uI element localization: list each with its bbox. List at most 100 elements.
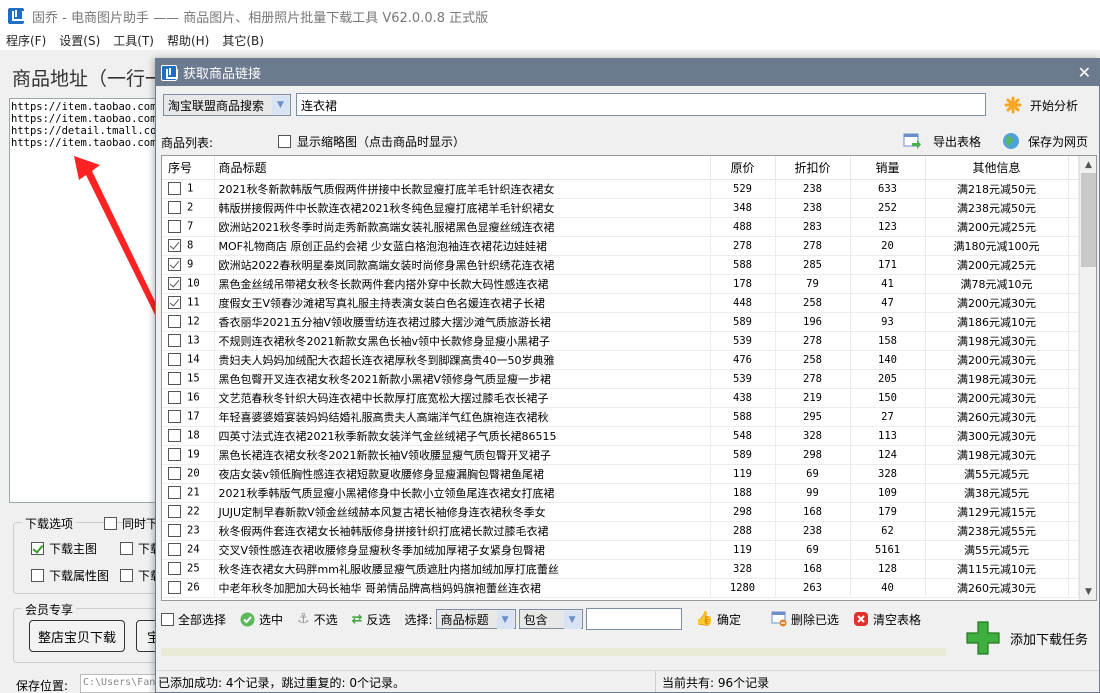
table-row[interactable]: 8 MOF礼物商店 原创正品约会裙 少女蓝白格泡泡袖连衣裙花边娃娃裙 278 278 2…: [162, 236, 1079, 256]
row-checkbox[interactable]: [168, 334, 181, 347]
column-header-info[interactable]: 其他信息: [925, 156, 1069, 180]
check-button[interactable]: 选中: [240, 611, 283, 628]
row-checkbox[interactable]: [168, 524, 181, 537]
checkbox[interactable]: [31, 569, 44, 582]
show-thumbnails-option[interactable]: 显示缩略图（点击商品时显示）: [278, 133, 465, 150]
row-checkbox[interactable]: [168, 486, 181, 499]
row-checkbox[interactable]: [168, 429, 181, 442]
table-row[interactable]: 16 文艺范春秋冬针织大码连衣裙中长款厚打底宽松大摆过膝毛衣长裙子 438 219 15…: [162, 388, 1079, 408]
search-type-value: 淘宝联盟商品搜索: [168, 98, 265, 113]
row-sales: 205: [850, 369, 926, 389]
column-header-discount[interactable]: 折扣价: [775, 156, 851, 180]
row-checkbox[interactable]: [168, 182, 181, 195]
row-checkbox[interactable]: [168, 315, 181, 328]
row-checkbox[interactable]: [168, 467, 181, 480]
table-row[interactable]: 20 夜店女装v领低胸性感连衣裙短款夏收腰修身显瘦漏胸包臀裙鱼尾裙 119 69 328…: [162, 464, 1079, 484]
row-checkbox[interactable]: [168, 391, 181, 404]
condition-select[interactable]: 包含 ▼: [518, 609, 583, 629]
save-webpage-button[interactable]: 保存为网页: [1002, 132, 1088, 150]
row-checkbox[interactable]: [168, 201, 181, 214]
table-row[interactable]: 14 贵妇夫人妈妈加绒配大衣超长连衣裙厚秋冬到脚踝高贵40一50岁典雅 476 258…: [162, 350, 1079, 370]
row-checkbox[interactable]: [168, 220, 181, 233]
row-checkbox[interactable]: [168, 258, 181, 271]
download-attr-image-option[interactable]: 下载属性图: [31, 567, 109, 584]
checkbox[interactable]: [120, 569, 133, 582]
table-row[interactable]: 18 四英寸法式连衣裙2021秋季新款女装洋气金丝绒裙子气质长裙86515 548 3…: [162, 426, 1079, 446]
row-checkbox[interactable]: [168, 353, 181, 366]
checkbox[interactable]: [278, 135, 291, 148]
checkbox[interactable]: [120, 542, 133, 555]
filter-input[interactable]: [585, 608, 682, 630]
menu-tools[interactable]: 工具(T): [113, 32, 154, 50]
export-table-button[interactable]: 导出表格: [903, 132, 981, 150]
table-row[interactable]: 13 不规则连衣裙秋冬2021新款女黑色长袖v领中长款修身显瘦小黑裙子 539 278…: [162, 331, 1079, 351]
table-row[interactable]: 2 韩版拼接假两件中长款连衣裙2021秋冬纯色显瘦打底裙羊毛针织裙女 348 238 2…: [162, 198, 1079, 218]
row-checkbox[interactable]: [168, 296, 181, 309]
table-row[interactable]: 25 秋冬连衣裙女大码胖mm礼服收腰显瘦气质遮肚内搭加绒加厚打底蕾丝 328 168 1…: [162, 559, 1079, 579]
start-analysis-button[interactable]: 开始分析: [1004, 96, 1078, 114]
table-row[interactable]: 9 欧洲站2022春秋明星秦岚同款高端女装时尚修身黑色针织绣花连衣裙 588 285 1…: [162, 255, 1079, 275]
add-download-task-button[interactable]: 添加下载任务: [966, 621, 1088, 655]
row-checkbox[interactable]: [168, 562, 181, 575]
confirm-button[interactable]: 👍 确定: [696, 611, 741, 628]
checkbox[interactable]: [161, 612, 174, 626]
scroll-down-icon[interactable]: ▼: [1080, 583, 1096, 600]
table-row[interactable]: 11 度假女王V领春沙滩裙写真礼服主持表演女装白色名媛连衣裙子长裙 448 258 47…: [162, 293, 1079, 313]
row-checkbox[interactable]: [168, 543, 181, 556]
row-index-cell: 16: [162, 388, 215, 408]
download-main-image-option[interactable]: 下载主图: [31, 540, 97, 557]
table-row[interactable]: 10 黑色金丝绒吊带裙女秋冬长款两件套内搭外穿中长款大码性感连衣裙 178 79 41 满…: [162, 274, 1079, 294]
simultaneous-option[interactable]: 同时下: [104, 515, 158, 532]
table-row[interactable]: 19 黑色长裙连衣裙女秋冬2021新款长袖V领收腰显瘦气质包臀开叉裙子 589 298…: [162, 445, 1079, 465]
column-header-index[interactable]: 序号: [162, 156, 215, 180]
row-title: 黑色金丝绒吊带裙女秋冬长款两件套内搭外穿中长款大码性感连衣裙: [214, 274, 711, 294]
column-header-title[interactable]: 商品标题: [214, 156, 711, 180]
scroll-up-icon[interactable]: ▲: [1080, 156, 1096, 173]
column-header-sales[interactable]: 销量: [850, 156, 926, 180]
url-textarea[interactable]: https://item.taobao.com/ https://item.ta…: [9, 98, 169, 503]
menu-settings[interactable]: 设置(S): [59, 32, 100, 50]
table-row[interactable]: 23 秋冬假两件套连衣裙女长袖韩版修身拼接针织打底裙长款过膝毛衣裙 288 238 62…: [162, 521, 1079, 541]
menu-help[interactable]: 帮助(H): [167, 32, 209, 50]
select-label: 选择:: [404, 612, 433, 627]
delete-selected-button[interactable]: 删除已选: [771, 611, 839, 628]
menu-other[interactable]: 其它(B): [222, 32, 264, 50]
checkbox[interactable]: [104, 517, 117, 530]
row-checkbox[interactable]: [168, 372, 181, 385]
chevron-down-icon[interactable]: ▼: [563, 611, 581, 629]
field-select[interactable]: 商品标题 ▼: [435, 609, 516, 629]
table-row[interactable]: 24 交叉V领性感连衣裙收腰修身显瘦秋冬季加绒加厚裙子女紧身包臀裙 119 69 516…: [162, 540, 1079, 560]
row-checkbox[interactable]: [168, 448, 181, 461]
row-checkbox[interactable]: [168, 277, 181, 290]
table-row[interactable]: 7 欧洲站2021秋冬季时尚走秀新款高端女装礼服裙黑色显瘦丝绒连衣裙 488 283 1…: [162, 217, 1079, 237]
clear-table-button[interactable]: 清空表格: [853, 611, 921, 628]
column-header-price[interactable]: 原价: [710, 156, 776, 180]
row-checkbox[interactable]: [168, 505, 181, 518]
row-checkbox[interactable]: [168, 581, 181, 594]
row-checkbox[interactable]: [168, 239, 181, 252]
table-row[interactable]: 22 JUJU定制早春新款V领金丝绒赫本风复古裙长袖修身连衣裙秋冬季女 298 168…: [162, 502, 1079, 522]
shop-download-button[interactable]: 整店宝贝下载: [29, 620, 125, 652]
close-icon[interactable]: ✕: [1078, 63, 1091, 82]
chevron-down-icon[interactable]: ▼: [272, 96, 289, 114]
chevron-down-icon[interactable]: ▼: [496, 611, 514, 629]
menu-program[interactable]: 程序(F): [6, 32, 46, 50]
keyword-input[interactable]: 连衣裙: [296, 93, 986, 116]
invert-button[interactable]: ⇄ 反选: [352, 611, 391, 628]
scrollbar-thumb[interactable]: [1081, 173, 1096, 267]
uncheck-button[interactable]: ⚓ 不选: [297, 611, 338, 628]
table-row[interactable]: 21 2021秋季韩版气质显瘦小黑裙修身中长款小立领鱼尾连衣裙女打底裙 188 99 1…: [162, 483, 1079, 503]
select-all-option[interactable]: 全部选择: [161, 611, 226, 628]
row-checkbox[interactable]: [168, 410, 181, 423]
table-row[interactable]: 12 香衣丽华2021五分袖V领收腰雪纺连衣裙过膝大摆沙滩气质旅游长裙 589 196…: [162, 312, 1079, 332]
search-type-select[interactable]: 淘宝联盟商品搜索 ▼: [163, 94, 291, 116]
row-index-cell: 8: [162, 236, 215, 256]
table-row[interactable]: 17 年轻喜婆婆婚宴装妈妈结婚礼服高贵夫人高端洋气红色旗袍连衣裙秋 588 295 27…: [162, 407, 1079, 427]
table-row[interactable]: 1 2021秋冬新款韩版气质假两件拼接中长款显瘦打底羊毛针织连衣裙女 529 238 6…: [162, 179, 1079, 199]
row-sales: 113: [850, 426, 926, 446]
vertical-scrollbar[interactable]: ▲ ▼: [1079, 156, 1096, 600]
table-row[interactable]: 15 黑色包臀开叉连衣裙女秋冬2021新款小黑裙V领修身气质显瘦一步裙 539 278…: [162, 369, 1079, 389]
row-info: 满38元减5元: [925, 483, 1069, 503]
checkbox[interactable]: [31, 542, 44, 555]
table-row[interactable]: 26 中老年秋冬加肥加大码长袖华 哥弟情品牌高档妈妈旗袍蕾丝连衣裙 1280 263 4…: [162, 578, 1079, 598]
